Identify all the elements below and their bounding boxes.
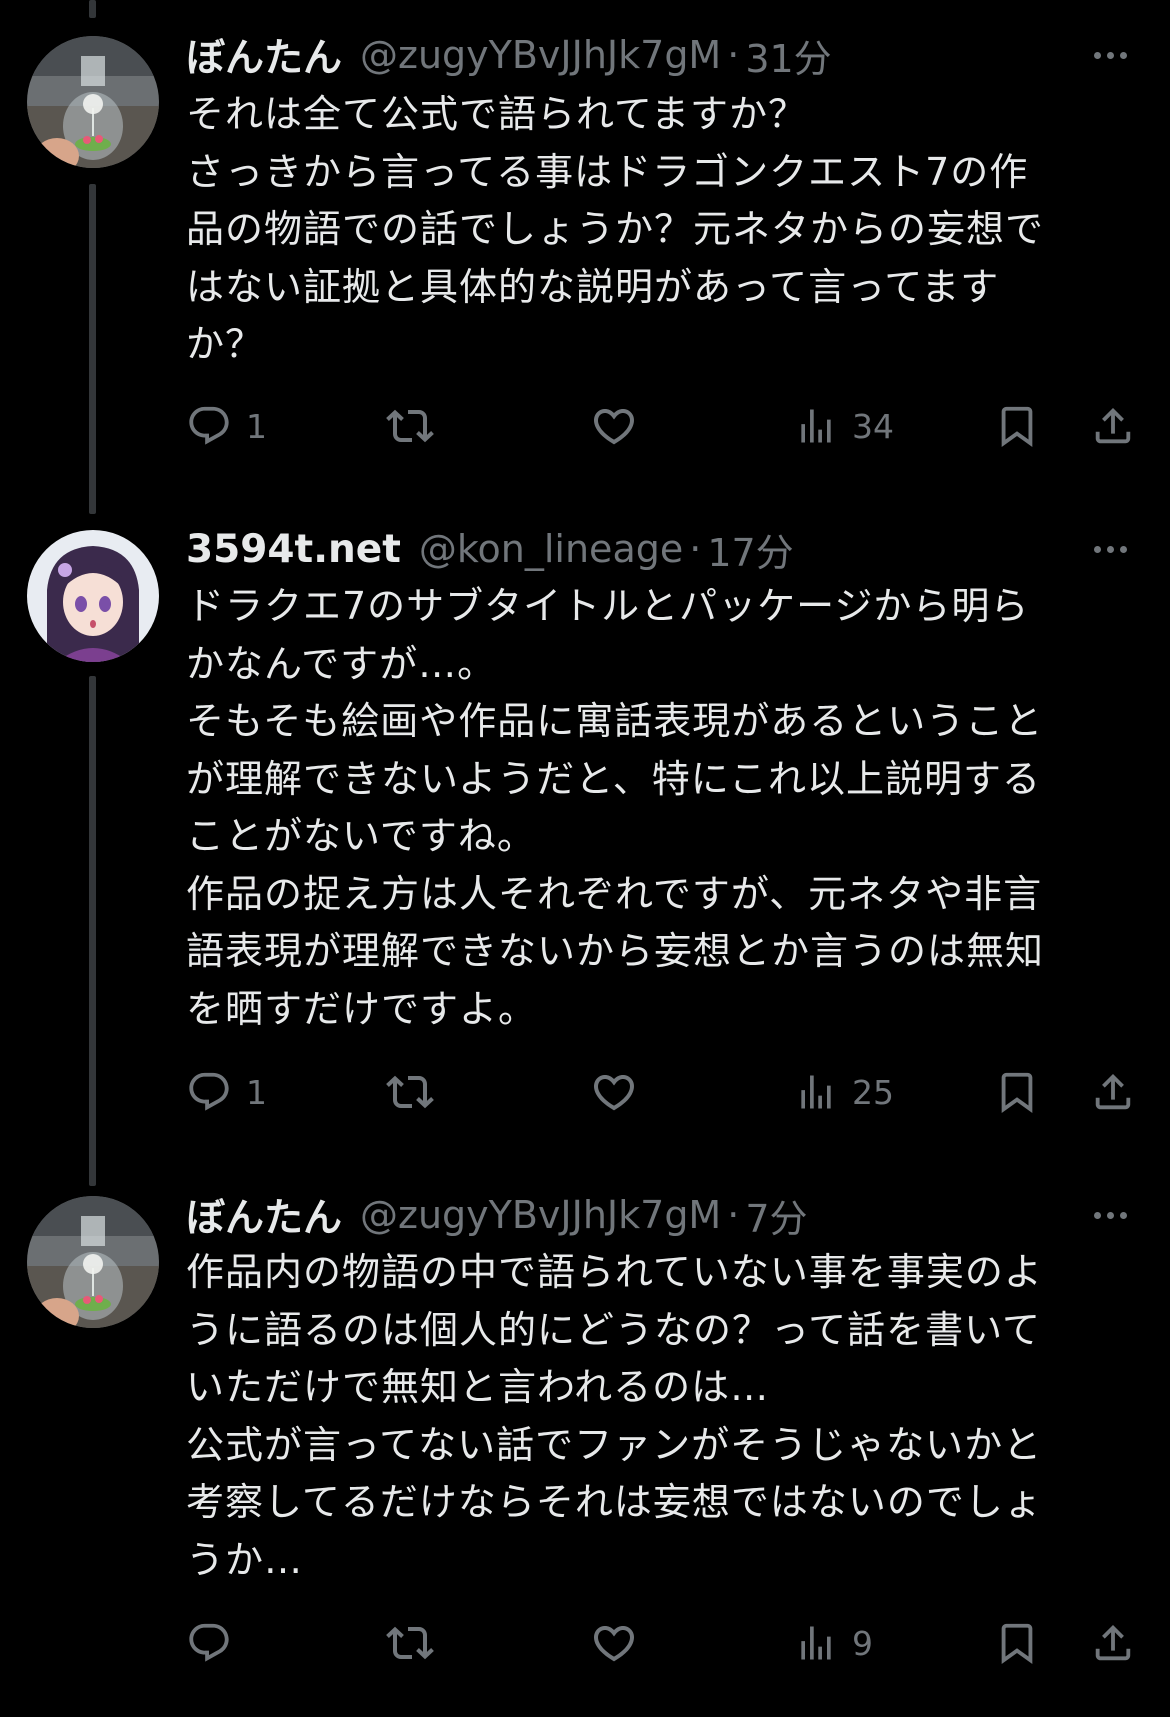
avatar-image — [27, 36, 159, 168]
tweet-text-line: 考察してるだけならそれは妄想ではないのでしょ — [186, 1480, 1043, 1524]
tweet[interactable]: ぼんたん @zugyYBvJJhJk7gM · 7分 作品内の物語の中で語られて… — [0, 1158, 1170, 1717]
like-button[interactable] — [590, 1613, 638, 1673]
display-name[interactable]: ぼんたん — [186, 1187, 342, 1243]
share-icon — [1090, 1620, 1136, 1666]
bookmark-button[interactable] — [994, 1613, 1040, 1673]
share-button[interactable] — [1090, 1613, 1136, 1673]
tweet-text: ドラクエ7のサブタイトルとパッケージから明ら かなんですが…。 そもそも絵画や作… — [186, 578, 1136, 1038]
tweet-text-line: うに語るのは個人的にどうなの？って話を書いて — [186, 1307, 1041, 1352]
bookmark-icon — [994, 1069, 1040, 1115]
reply-button[interactable] — [186, 1613, 246, 1673]
reply-icon — [186, 1069, 232, 1115]
separator: · — [727, 1193, 740, 1237]
reply-button[interactable]: 1 — [186, 1062, 267, 1122]
reply-icon — [186, 403, 232, 449]
tweet-text-line: いただけで無知と言われるのは… — [186, 1365, 770, 1409]
tweet-text-line: が理解できないようだと、特にこれ以上説明する — [186, 756, 1041, 801]
tweet-text-line: 公式が言ってない話でファンがそうじゃないかと — [186, 1422, 1043, 1467]
tweet-text-line: ドラクエ7のサブタイトルとパッケージから明ら — [186, 584, 1030, 628]
tweet-header: 3594t.net @kon_lineage · 17分 — [186, 522, 1140, 577]
retweet-icon — [386, 1619, 434, 1667]
share-icon — [1090, 1069, 1136, 1115]
tweet-text-line: はない証拠と具体的な説明があって言ってます — [186, 264, 1000, 309]
retweet-icon — [386, 402, 434, 450]
bookmark-button[interactable] — [994, 1062, 1040, 1122]
tweet-text-line: 語表現が理解できないから妄想とか言うのは無知 — [186, 929, 1045, 973]
timestamp[interactable]: 31分 — [745, 28, 831, 83]
share-button[interactable] — [1090, 1062, 1136, 1122]
tweet-text: 作品内の物語の中で語られていない事を事実のよ うに語るのは個人的にどうなの？って… — [186, 1244, 1136, 1589]
avatar[interactable] — [27, 36, 159, 168]
views-icon — [794, 404, 838, 448]
tweet-text-line: うか… — [186, 1537, 304, 1582]
avatar-image — [27, 1196, 159, 1328]
user-handle[interactable]: @zugyYBvJJhJk7gM — [360, 33, 721, 77]
tweet-text-line: かなんですが…。 — [186, 641, 497, 686]
user-handle[interactable]: @kon_lineage — [419, 527, 683, 571]
timestamp[interactable]: 17分 — [707, 522, 793, 577]
like-button[interactable] — [590, 396, 638, 456]
tweet-text-line: ことがないですね。 — [186, 814, 536, 858]
retweet-icon — [386, 1068, 434, 1116]
tweet-text-line: それは全て公式で語られてますか？ — [186, 92, 807, 136]
separator: · — [689, 527, 702, 571]
views-icon — [794, 1621, 838, 1665]
tweet-text: それは全て公式で語られてますか？ さっきから言ってる事はドラゴンクエスト7の作 … — [186, 86, 1136, 374]
tweet-actions: 1 34 — [186, 396, 1146, 456]
display-name[interactable]: 3594t.net — [186, 527, 401, 572]
share-icon — [1090, 403, 1136, 449]
user-handle[interactable]: @zugyYBvJJhJk7gM — [360, 1193, 721, 1237]
timestamp[interactable]: 7分 — [745, 1188, 807, 1243]
more-options-icon[interactable] — [1080, 30, 1140, 80]
tweet-text-line: 作品内の物語の中で語られていない事を事実のよ — [186, 1250, 1043, 1294]
share-button[interactable] — [1090, 396, 1136, 456]
like-icon — [590, 402, 638, 450]
avatar-image — [27, 530, 159, 662]
tweet-header: ぼんたん @zugyYBvJJhJk7gM · 7分 — [186, 1187, 1140, 1243]
bookmark-icon — [994, 403, 1040, 449]
reply-count: 1 — [246, 1072, 267, 1112]
retweet-button[interactable] — [386, 1613, 434, 1673]
like-icon — [590, 1619, 638, 1667]
display-name[interactable]: ぼんたん — [186, 27, 342, 83]
tweet-actions: 9 — [186, 1613, 1146, 1673]
views-count: 34 — [852, 406, 894, 446]
tweet[interactable]: ぼんたん @zugyYBvJJhJk7gM · 31分 それは全て公式で語られて… — [0, 0, 1170, 490]
views-button[interactable]: 34 — [794, 396, 894, 456]
retweet-button[interactable] — [386, 396, 434, 456]
more-options-icon[interactable] — [1080, 1190, 1140, 1240]
like-icon — [590, 1068, 638, 1116]
retweet-button[interactable] — [386, 1062, 434, 1122]
views-button[interactable]: 25 — [794, 1062, 894, 1122]
views-icon — [794, 1070, 838, 1114]
tweet-text-line: さっきから言ってる事はドラゴンクエスト7の作 — [186, 149, 1029, 194]
avatar[interactable] — [27, 530, 159, 662]
like-button[interactable] — [590, 1062, 638, 1122]
avatar[interactable] — [27, 1196, 159, 1328]
bookmark-icon — [994, 1620, 1040, 1666]
reply-count: 1 — [246, 406, 267, 446]
tweet-text-line: 作品の捉え方は人それぞれですが、元ネタや非言 — [186, 871, 1043, 916]
conversation-thread: ぼんたん @zugyYBvJJhJk7gM · 31分 それは全て公式で語られて… — [0, 0, 1170, 1717]
tweet-header: ぼんたん @zugyYBvJJhJk7gM · 31分 — [186, 27, 1140, 83]
bookmark-button[interactable] — [994, 396, 1040, 456]
tweet-text-line: か？ — [186, 322, 265, 366]
tweet-text-line: を晒すだけですよ。 — [186, 986, 538, 1031]
views-count: 25 — [852, 1072, 894, 1112]
reply-button[interactable]: 1 — [186, 396, 267, 456]
tweet-text-line: そもそも絵画や作品に寓話表現があるということ — [186, 699, 1044, 743]
tweet[interactable]: 3594t.net @kon_lineage · 17分 ドラクエ7のサブタイト… — [0, 490, 1170, 1158]
reply-icon — [186, 1620, 232, 1666]
tweet-text-line: 品の物語での話でしょうか？元ネタからの妄想で — [186, 207, 1045, 251]
more-options-icon[interactable] — [1080, 524, 1140, 574]
separator: · — [727, 33, 740, 77]
views-button[interactable]: 9 — [794, 1613, 873, 1673]
tweet-actions: 1 25 — [186, 1062, 1146, 1122]
views-count: 9 — [852, 1623, 873, 1663]
